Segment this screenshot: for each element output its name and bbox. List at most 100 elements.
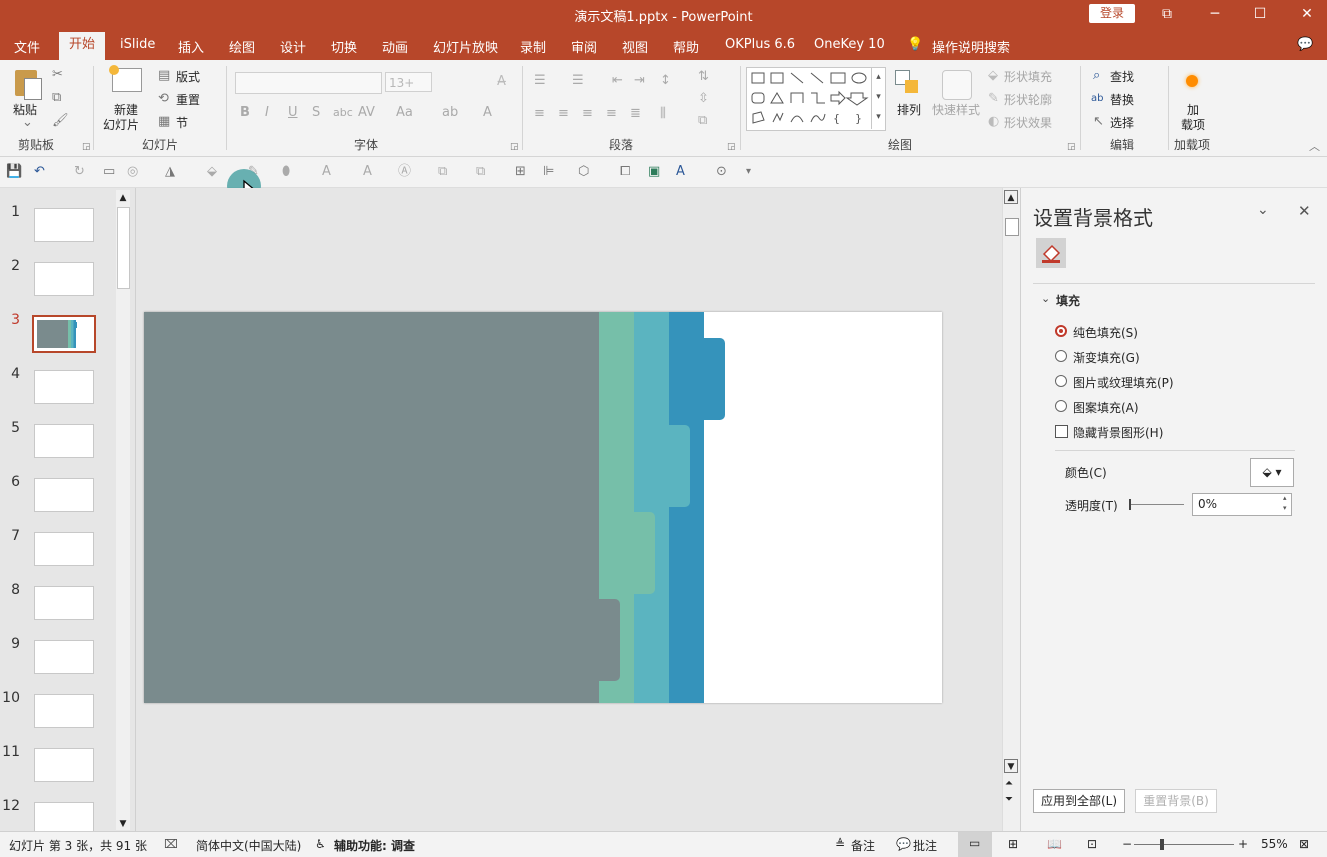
line-spacing-icon[interactable]: ↕ [660, 74, 671, 88]
tab-review[interactable]: 审阅 [571, 37, 597, 56]
shape-fill-icon[interactable]: ⬙ [988, 69, 998, 83]
shape-merge-icon[interactable]: ◎ [127, 165, 138, 179]
cut-icon[interactable]: ✂ [52, 68, 63, 82]
quick-styles-icon[interactable] [942, 70, 972, 100]
text-effects-icon[interactable]: A [676, 165, 685, 179]
shape-outline-button[interactable]: 形状轮廓 [1004, 91, 1052, 108]
color-picker-button[interactable]: ⬙ ▾ [1250, 458, 1294, 487]
crop-icon[interactable]: ⧠ [620, 165, 630, 179]
fill-tab-icon[interactable] [1036, 238, 1066, 268]
send-backward-icon[interactable]: ⧉ [476, 165, 485, 179]
format-painter-icon[interactable]: 🖌 [52, 114, 69, 128]
zoom-slider[interactable] [1134, 839, 1234, 850]
tab-design[interactable]: 设计 [280, 37, 306, 56]
transparency-slider-thumb[interactable] [1129, 499, 1131, 510]
numbering-icon[interactable]: ☰ [572, 74, 584, 88]
textbox-icon[interactable]: ▭ [103, 165, 115, 179]
login-button[interactable]: 登录 [1089, 4, 1135, 23]
radio-gradient-fill[interactable] [1055, 350, 1067, 362]
slide-thumbnail[interactable] [34, 748, 94, 782]
tab-home[interactable]: 开始 [59, 32, 106, 60]
italic-icon[interactable]: I [265, 106, 269, 120]
section-button[interactable]: 节 [176, 114, 188, 131]
spelling-icon[interactable]: ⌧ [164, 837, 178, 851]
reset-background-button[interactable]: 重置背景(B) [1135, 789, 1217, 813]
slide-thumbnail[interactable] [34, 370, 94, 404]
radio-pattern-fill[interactable] [1055, 400, 1067, 412]
tab-islide[interactable]: iSlide [120, 37, 155, 52]
canvas-scroll-thumb[interactable] [1005, 218, 1019, 236]
accessibility-status[interactable]: 辅助功能: 调查 [334, 837, 415, 854]
tab-slideshow[interactable]: 幻灯片放映 [433, 37, 498, 56]
font-size-input[interactable]: 13+ [385, 72, 432, 92]
tab-transitions[interactable]: 切换 [331, 37, 357, 56]
radio-picture-fill[interactable] [1055, 375, 1067, 387]
char-spacing-icon[interactable]: AV [358, 106, 375, 120]
comments-icon[interactable]: 💬 [1297, 37, 1313, 52]
redo-icon[interactable]: ↻ [74, 165, 85, 179]
collapse-ribbon-icon[interactable]: ︿ [1309, 140, 1320, 154]
arrange-icon[interactable] [895, 70, 921, 96]
replace-icon[interactable]: ab [1091, 92, 1103, 106]
zoom-level[interactable]: 55% [1261, 837, 1288, 851]
bring-forward-icon[interactable]: ⧉ [438, 165, 447, 179]
font-color-icon[interactable]: A [483, 106, 492, 120]
section-icon[interactable]: ▦ [158, 115, 170, 129]
option-gradient-fill[interactable]: 渐变填充(G) [1073, 349, 1140, 366]
clipboard-launcher-icon[interactable]: ◲ [82, 142, 91, 152]
layout-icon[interactable]: ▤ [158, 69, 170, 83]
notes-button[interactable]: 备注 [851, 837, 875, 854]
tab-record[interactable]: 录制 [520, 37, 546, 56]
undo-icon[interactable]: ↶ [34, 165, 45, 179]
shape-effects-button[interactable]: 形状效果 [1004, 114, 1052, 131]
columns-icon[interactable]: ⫼ [660, 107, 666, 121]
replace-button[interactable]: 替换 [1110, 91, 1134, 108]
reading-view-icon[interactable]: 📖 [1047, 837, 1062, 851]
apply-to-all-button[interactable]: 应用到全部(L) [1033, 789, 1125, 813]
shape-effects-icon[interactable]: ◐ [988, 115, 999, 129]
shape-fill-button[interactable]: 形状填充 [1004, 68, 1052, 85]
slide-icon[interactable]: ▣ [648, 165, 660, 179]
align-center-icon[interactable]: ≡ [558, 107, 569, 121]
zoom-slider-thumb[interactable] [1160, 839, 1164, 850]
addins-label-2[interactable]: 载项 [1181, 116, 1205, 133]
close-button[interactable]: ✕ [1292, 2, 1322, 26]
slide-thumbnail[interactable] [32, 315, 96, 353]
tab-onekey[interactable]: OneKey 10 [814, 37, 885, 52]
smartart-icon[interactable]: ⧉ [698, 114, 707, 128]
fill-color-icon[interactable]: ⬙ [207, 165, 217, 179]
current-slide[interactable] [144, 312, 942, 703]
pane-close-icon[interactable]: ✕ [1298, 202, 1311, 220]
align-text-icon[interactable]: ⇳ [698, 92, 709, 106]
increase-indent-icon[interactable]: ⇥ [634, 74, 645, 88]
group-icon[interactable]: ⊞ [515, 165, 526, 179]
fill-section-header[interactable]: 填充 [1056, 292, 1080, 309]
slideshow-view-icon[interactable]: ⊡ [1087, 837, 1097, 851]
tab-file[interactable]: 文件 [14, 37, 40, 56]
option-solid-fill[interactable]: 纯色填充(S) [1073, 324, 1138, 341]
highlight-icon[interactable]: ab [442, 106, 458, 120]
minimize-button[interactable]: ─ [1200, 2, 1230, 26]
find-button[interactable]: 查找 [1110, 68, 1134, 85]
rotate-icon[interactable]: ◮ [165, 165, 175, 179]
drawing-launcher-icon[interactable]: ◲ [1067, 142, 1076, 152]
strikethrough-icon[interactable]: abc [333, 106, 353, 120]
gallery-scroll[interactable]: ▴ ▾ ▾ [871, 67, 885, 129]
fit-to-window-icon[interactable]: ⊠ [1299, 837, 1309, 851]
underline-icon[interactable]: U [288, 106, 298, 120]
transparency-input[interactable]: 0% [1192, 493, 1292, 516]
shapes-gallery[interactable]: {} [746, 67, 886, 131]
bold-icon[interactable]: B [240, 106, 250, 120]
slide-thumbnail[interactable] [34, 208, 94, 242]
font-color-qat-icon[interactable]: A [322, 165, 331, 179]
option-picture-fill[interactable]: 图片或纹理填充(P) [1073, 374, 1174, 391]
zoom-in-icon[interactable]: + [1238, 837, 1248, 851]
ribbon-display-options-icon[interactable]: ⧉ [1152, 2, 1182, 26]
transparency-spinner-icon[interactable]: ▴ ▾ [1283, 493, 1287, 513]
radio-solid-fill[interactable] [1055, 325, 1067, 337]
presenter-icon[interactable]: ⊙ [716, 165, 727, 179]
tell-me-search[interactable]: 操作说明搜索 [932, 37, 1010, 56]
align-left-icon[interactable]: ≡ [534, 107, 545, 121]
slide-thumbnail[interactable] [34, 586, 94, 620]
previous-slide-icon[interactable]: ⏶ [1005, 778, 1013, 789]
